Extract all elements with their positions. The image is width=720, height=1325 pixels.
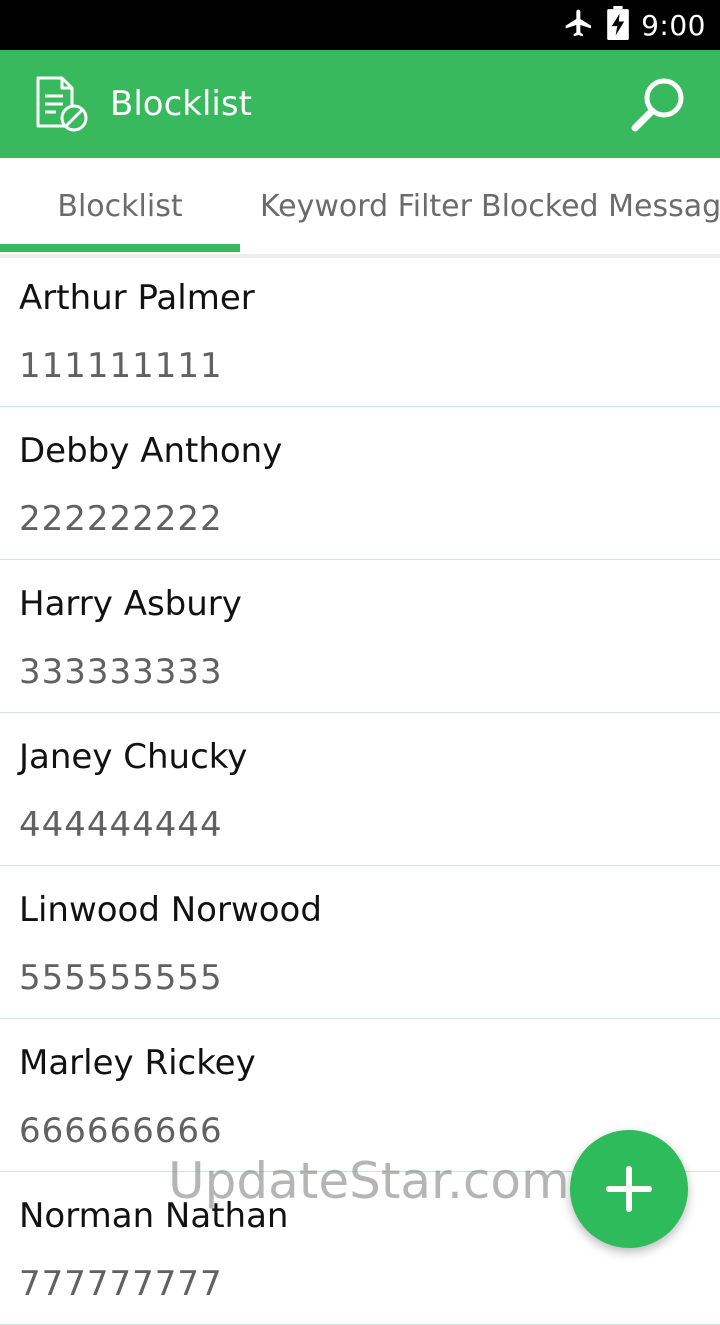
contact-number: 666666666 bbox=[19, 1111, 223, 1151]
contact-number: 333333333 bbox=[19, 652, 223, 692]
contact-number: 777777777 bbox=[19, 1264, 223, 1304]
add-number-button[interactable] bbox=[570, 1130, 688, 1248]
list-item[interactable]: Janey Chucky 444444444 bbox=[0, 713, 720, 866]
contact-name: Debby Anthony bbox=[19, 431, 283, 471]
contact-name: Harry Asbury bbox=[19, 584, 242, 624]
airplane-mode-icon bbox=[563, 7, 595, 43]
contact-number: 444444444 bbox=[19, 805, 223, 845]
app-bar: Blocklist bbox=[0, 50, 720, 158]
list-item[interactable]: Linwood Norwood 555555555 bbox=[0, 866, 720, 1019]
contact-name: Marley Rickey bbox=[19, 1043, 256, 1083]
app-title: Blocklist bbox=[110, 84, 252, 124]
tab-indicator bbox=[0, 244, 240, 252]
contact-number: 555555555 bbox=[19, 958, 223, 998]
status-time: 9:00 bbox=[641, 8, 706, 42]
contact-number: 222222222 bbox=[19, 499, 223, 539]
search-button[interactable] bbox=[626, 74, 692, 134]
tab-blocked-messages[interactable]: Blocked Messages bbox=[481, 158, 720, 254]
watermark: UpdateStar.com bbox=[168, 1152, 570, 1210]
battery-charging-icon bbox=[607, 6, 629, 44]
plus-icon bbox=[606, 1166, 652, 1212]
status-bar: 9:00 bbox=[0, 0, 720, 50]
contact-name: Janey Chucky bbox=[19, 737, 248, 777]
contact-number: 111111111 bbox=[19, 346, 223, 386]
list-item[interactable]: Harry Asbury 333333333 bbox=[0, 560, 720, 713]
contact-name: Arthur Palmer bbox=[19, 278, 255, 318]
search-icon bbox=[631, 78, 684, 132]
tab-keyword-filter[interactable]: Keyword Filter bbox=[260, 158, 472, 254]
status-icons: 9:00 bbox=[563, 0, 706, 50]
list-item[interactable]: Debby Anthony 222222222 bbox=[0, 407, 720, 560]
list-item[interactable]: Arthur Palmer 111111111 bbox=[0, 254, 720, 407]
tab-bar: Blocklist Keyword Filter Blocked Message… bbox=[0, 158, 720, 258]
contact-name: Linwood Norwood bbox=[19, 890, 322, 930]
blocklist-document-icon bbox=[34, 76, 90, 132]
tab-blocklist[interactable]: Blocklist bbox=[0, 158, 240, 254]
